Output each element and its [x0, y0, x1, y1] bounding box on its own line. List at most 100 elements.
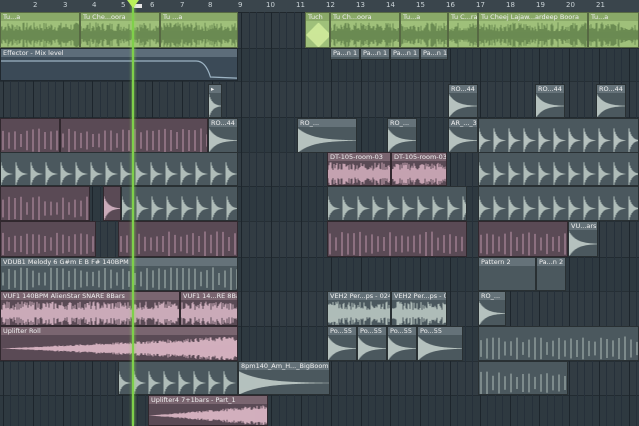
- track-lane[interactable]: [0, 395, 639, 426]
- clip-label: Tu C...ra: [449, 13, 477, 21]
- audio-clip[interactable]: [478, 186, 639, 221]
- audio-clip[interactable]: ▸: [208, 84, 222, 118]
- audio-clip[interactable]: AR_..._3: [448, 118, 478, 153]
- audio-clip[interactable]: VDUB1 Melody 6 G#m E B F# 140BPM: [0, 257, 238, 291]
- audio-clip[interactable]: [0, 186, 90, 221]
- audio-clip[interactable]: RO_...: [478, 291, 506, 326]
- clip-label: VDUB1 Melody 6 G#m E B F# 140BPM: [1, 258, 237, 266]
- waveform: [1, 336, 237, 360]
- audio-clip[interactable]: [60, 118, 208, 153]
- waveform: [479, 301, 505, 325]
- pattern-clip[interactable]: Pattern 2: [478, 257, 536, 291]
- audio-clip[interactable]: Po...55: [387, 326, 417, 361]
- clip-label: Tu Cheej Lajaw...ardeep Boora: [479, 13, 587, 21]
- audio-clip[interactable]: 8pm140_Am_H..._BigBoomFX: [238, 361, 330, 395]
- bar-number: 13: [356, 1, 365, 9]
- pattern-clip[interactable]: Pa...n 1: [330, 48, 360, 60]
- clip-label: Uplifter Roll: [1, 327, 237, 335]
- clip-label: Tuch: [306, 13, 329, 21]
- audio-clip[interactable]: Po...55: [417, 326, 463, 361]
- waveform: [181, 301, 237, 325]
- audio-clip[interactable]: RO...44: [208, 118, 238, 153]
- audio-clip[interactable]: RO_...: [297, 118, 357, 153]
- audio-clip[interactable]: [478, 326, 639, 361]
- bar-number: 2: [33, 1, 38, 9]
- clip-label: VUF1 14...RE 8Bars: [181, 292, 237, 300]
- waveform: [388, 336, 416, 360]
- clip-label: RO...44: [536, 85, 564, 93]
- audio-clip[interactable]: VU...ars: [568, 221, 598, 257]
- audio-clip[interactable]: VEH2 Per...ps - 024: [391, 291, 447, 326]
- audio-clip[interactable]: VUF1 140BPM AlienStar SNARE 8Bars: [0, 291, 180, 326]
- automation-clip[interactable]: Effector - Mix level: [0, 48, 238, 81]
- waveform: [479, 22, 587, 47]
- audio-clip[interactable]: DT-105-room-03: [391, 152, 447, 186]
- audio-clip[interactable]: Uplifter4 7+1bars - Part_1: [148, 395, 268, 426]
- playhead-marker-icon[interactable]: [127, 0, 139, 8]
- pattern-clip[interactable]: Pa...n 2: [536, 257, 566, 291]
- audio-clip[interactable]: [0, 118, 60, 153]
- playhead[interactable]: [132, 0, 134, 426]
- audio-clip[interactable]: [118, 361, 238, 395]
- audio-clip[interactable]: Tuch: [305, 12, 330, 48]
- audio-clip[interactable]: Tu...a: [588, 12, 639, 48]
- audio-clip[interactable]: [118, 221, 238, 257]
- clip-label: RO_...: [388, 119, 416, 127]
- waveform: [597, 94, 625, 117]
- clip-label: RO...44: [449, 85, 477, 93]
- waveform: [589, 22, 638, 47]
- pattern-clip[interactable]: Pa...n 1: [360, 48, 390, 60]
- audio-clip[interactable]: [478, 221, 568, 257]
- waveform: [149, 405, 267, 425]
- pattern-clip[interactable]: Pa...n 1: [420, 48, 448, 60]
- audio-clip[interactable]: Tu C...ra: [448, 12, 478, 48]
- pattern-clip[interactable]: Pa...n 1: [390, 48, 420, 60]
- audio-clip[interactable]: [327, 221, 467, 257]
- waveform: [449, 22, 477, 47]
- clip-label: Po...55: [388, 327, 416, 335]
- audio-clip[interactable]: [103, 186, 121, 221]
- audio-clip[interactable]: VUF1 14...RE 8Bars: [180, 291, 238, 326]
- audio-clip[interactable]: RO_...: [387, 118, 417, 153]
- bar-number: 20: [566, 1, 575, 9]
- audio-clip[interactable]: [478, 118, 639, 153]
- audio-clip[interactable]: Po...55: [327, 326, 357, 361]
- audio-clip[interactable]: Tu...a: [0, 12, 80, 48]
- bar-number: 18: [506, 1, 515, 9]
- waveform: [401, 22, 447, 47]
- waveform: [120, 231, 236, 256]
- audio-clip[interactable]: [478, 361, 568, 395]
- clip-label: Tu Ch...oora: [331, 13, 399, 21]
- automation-curve: [1, 60, 237, 79]
- bar-number: 3: [63, 1, 68, 9]
- audio-clip[interactable]: Po...55: [357, 326, 387, 361]
- audio-clip[interactable]: [0, 221, 96, 257]
- audio-clip[interactable]: DT-105-room-03: [327, 152, 391, 186]
- audio-clip[interactable]: Tu ...a: [160, 12, 238, 48]
- bar-number: 21: [596, 1, 605, 9]
- waveform: [328, 196, 466, 220]
- audio-clip[interactable]: RO...44: [535, 84, 565, 118]
- waveform: [328, 162, 390, 185]
- clip-label: RO_...: [298, 119, 356, 127]
- audio-clip[interactable]: VEH2 Per...ps - 024: [327, 291, 391, 326]
- clip-label: AR_..._3: [449, 119, 477, 127]
- audio-clip[interactable]: [478, 152, 639, 186]
- grid-line: [472, 12, 473, 426]
- bar-number: 15: [416, 1, 425, 9]
- clip-label: Pattern 2: [479, 258, 535, 266]
- audio-clip[interactable]: [0, 152, 238, 186]
- audio-clip[interactable]: [327, 186, 467, 221]
- clip-label: Tu Che...oora: [81, 13, 159, 21]
- audio-clip[interactable]: RO...44: [596, 84, 626, 118]
- audio-clip[interactable]: Tu...a: [400, 12, 448, 48]
- audio-clip[interactable]: Tu Ch...oora: [330, 12, 400, 48]
- audio-clip[interactable]: [121, 186, 238, 221]
- audio-clip[interactable]: Tu Che...oora: [80, 12, 160, 48]
- audio-clip[interactable]: Tu Cheej Lajaw...ardeep Boora: [478, 12, 588, 48]
- audio-clip[interactable]: Uplifter Roll: [0, 326, 238, 361]
- audio-clip[interactable]: RO...44: [448, 84, 478, 118]
- waveform: [392, 301, 446, 325]
- waveform: [2, 232, 94, 256]
- waveform: [209, 128, 237, 152]
